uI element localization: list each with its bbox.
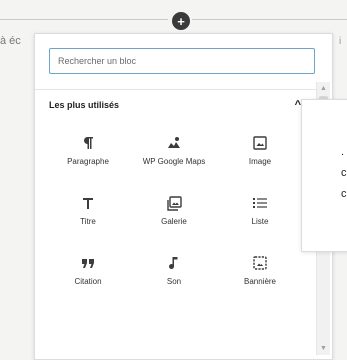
preview-text-line: c xyxy=(341,188,347,200)
block-item-quote[interactable]: Citation xyxy=(45,254,131,314)
block-item-list[interactable]: Liste xyxy=(217,194,303,254)
editor-background-text-right: i xyxy=(339,36,342,47)
block-item-image[interactable]: Image xyxy=(217,134,303,194)
block-label: Image xyxy=(248,157,272,166)
cover-icon xyxy=(253,254,267,272)
block-list: Paragraphe WP Google Maps Image Titre Ga… xyxy=(45,134,303,314)
block-label: Son xyxy=(166,277,182,286)
quote-icon xyxy=(81,254,95,272)
list-icon xyxy=(253,194,267,212)
block-label: Galerie xyxy=(161,217,187,226)
block-item-gallery[interactable]: Galerie xyxy=(131,194,217,254)
block-item-heading[interactable]: Titre xyxy=(45,194,131,254)
maps-icon xyxy=(167,134,181,152)
search-divider xyxy=(35,89,316,90)
block-item-audio[interactable]: Son xyxy=(131,254,217,314)
gallery-icon xyxy=(166,194,182,212)
block-inserter-toggle-button[interactable]: + xyxy=(170,10,192,32)
block-label: Citation xyxy=(74,277,102,286)
paragraph-icon xyxy=(82,134,94,152)
preview-text-line: . xyxy=(341,146,345,158)
plus-icon: + xyxy=(177,13,185,29)
image-icon xyxy=(253,134,267,152)
search-input[interactable] xyxy=(49,48,315,74)
editor-divider-right xyxy=(192,19,347,20)
panel-title: Les plus utilisés xyxy=(49,100,120,110)
block-label: Bannière xyxy=(243,277,277,286)
block-item-cover[interactable]: Bannière xyxy=(217,254,303,314)
block-label: Liste xyxy=(251,217,269,226)
block-label: Paragraphe xyxy=(67,157,109,166)
audio-icon xyxy=(168,254,180,272)
block-item-paragraph[interactable]: Paragraphe xyxy=(45,134,131,194)
block-inserter-popover: Les plus utilisés ^ Paragraphe WP Google… xyxy=(34,33,333,360)
block-label: WP Google Maps xyxy=(142,157,206,166)
search-field xyxy=(49,48,315,74)
heading-icon xyxy=(82,194,94,212)
block-label: Titre xyxy=(80,217,96,226)
editor-background-text: à éc xyxy=(0,35,21,47)
editor-divider-left xyxy=(0,19,168,20)
preview-text-line: c xyxy=(341,167,347,179)
scroll-up-icon[interactable]: ▲ xyxy=(319,84,328,93)
scroll-down-icon[interactable]: ▼ xyxy=(319,344,328,353)
block-item-wp-google-maps[interactable]: WP Google Maps xyxy=(131,134,217,194)
block-preview-panel: . c c xyxy=(301,99,347,252)
most-used-panel-header[interactable]: Les plus utilisés ^ xyxy=(49,98,301,112)
